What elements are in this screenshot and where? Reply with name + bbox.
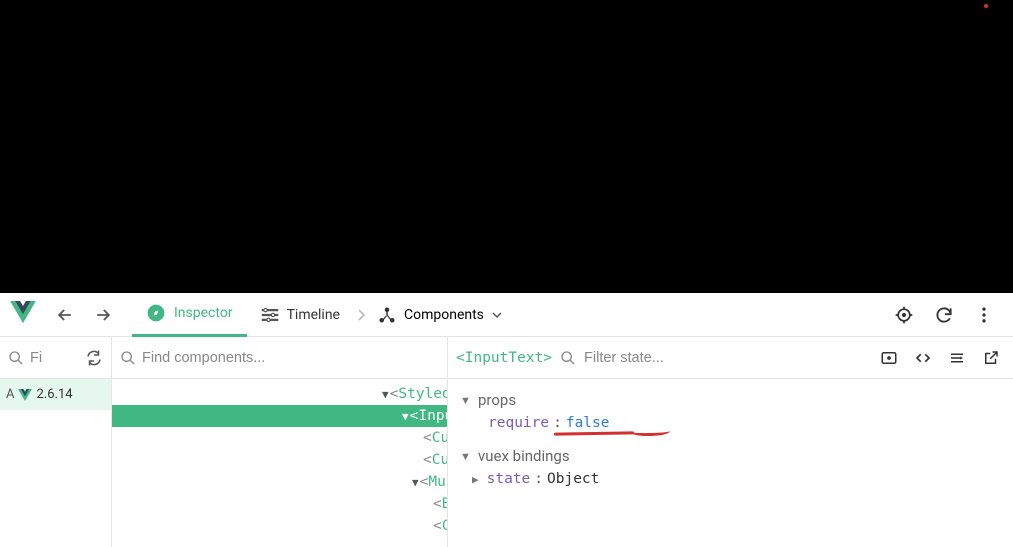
sync-button[interactable]	[85, 349, 103, 367]
apps-filter-input[interactable]	[30, 350, 79, 366]
tab-timeline-label: Timeline	[287, 307, 340, 323]
props-group-header[interactable]: ▼ props	[460, 389, 1001, 411]
recording-indicator	[984, 4, 988, 8]
tree-node-customlabel[interactable]: <CustomLabel>	[112, 449, 447, 471]
component-tree: ▼<StyledForm key▼<InputText><CustomLabe>…	[112, 379, 447, 537]
prop-row-require[interactable]: require: false	[460, 411, 1001, 435]
state-column: <InputText>	[448, 337, 1013, 547]
compass-icon	[146, 303, 166, 323]
chevron-separator-icon	[356, 307, 366, 323]
apps-column: A 2.6.14	[0, 337, 112, 547]
triangle-right-icon: ▶	[472, 473, 479, 486]
tree-node-inputtext[interactable]: ▼<InputText>	[112, 405, 447, 427]
tab-components-label: Components	[404, 307, 484, 323]
triangle-down-icon: ▼	[460, 394, 472, 407]
back-button[interactable]	[48, 298, 82, 332]
props-group-label: props	[478, 391, 516, 409]
scroll-to-component-button[interactable]	[875, 344, 903, 372]
components-search-input[interactable]	[142, 350, 439, 366]
chevron-down-icon	[492, 310, 502, 320]
content-region	[0, 0, 1013, 293]
state-body: ▼ props require: false ▼ vuex bindings	[448, 379, 1013, 511]
state-filter-input[interactable]	[584, 350, 867, 366]
tree-node-styledform[interactable]: ▼<StyledForm key	[112, 383, 447, 405]
apps-header	[0, 337, 111, 379]
prop-key: require	[488, 415, 549, 431]
vue-logo-icon	[10, 301, 38, 329]
tab-components[interactable]: Components	[368, 306, 512, 324]
component-name: CustomLabe	[432, 430, 448, 446]
vuex-value: Object	[547, 471, 599, 487]
tree-node-customlabe[interactable]: <CustomLabe>	[112, 427, 447, 449]
nav-arrows	[48, 298, 120, 332]
vuex-key: state	[487, 471, 531, 487]
locate-button[interactable]	[887, 298, 921, 332]
state-action-icons	[875, 344, 1005, 372]
vue-devtools: Inspector Timeline Components	[0, 293, 1013, 547]
timeline-icon	[261, 308, 279, 322]
vuex-row-state[interactable]: ▶ state: Object	[460, 467, 1001, 491]
component-name: StyledForm	[398, 386, 448, 402]
component-name: InputText	[418, 408, 448, 424]
devtools-toolbar: Inspector Timeline Components	[0, 293, 1013, 337]
selected-component-name: <InputText>	[456, 350, 552, 366]
component-name: Multiselect	[428, 474, 448, 490]
tab-inspector-label: Inspector	[174, 305, 233, 321]
prop-value: false	[566, 415, 610, 431]
vue-version: 2.6.14	[36, 387, 72, 402]
vuex-group-header[interactable]: ▼ vuex bindings	[460, 445, 1001, 467]
state-header: <InputText>	[448, 337, 1013, 379]
annotation-underline	[554, 431, 634, 435]
tree-icon	[378, 306, 396, 324]
app-chip[interactable]: A 2.6.14	[0, 379, 111, 410]
popout-button[interactable]	[977, 344, 1005, 372]
app-letter: A	[6, 387, 14, 402]
toolbar-right	[887, 298, 1001, 332]
tab-inspector[interactable]: Inspector	[132, 293, 247, 337]
props-group: ▼ props require: false	[460, 389, 1001, 435]
components-header	[112, 337, 447, 379]
refresh-button[interactable]	[927, 298, 961, 332]
open-in-editor-button[interactable]	[943, 344, 971, 372]
inspect-dom-button[interactable]	[909, 344, 937, 372]
tree-node-multiselect[interactable]: ▼<Multiselect>	[112, 471, 447, 493]
triangle-down-icon: ▼	[402, 410, 409, 423]
search-icon	[120, 350, 136, 366]
panes: A 2.6.14 ▼<StyledForm key▼<InputText><Cu…	[0, 337, 1013, 547]
search-icon	[8, 350, 24, 366]
tab-timeline[interactable]: Timeline	[247, 293, 354, 337]
tree-node-checkbox[interactable]: <Checkbox k	[112, 515, 447, 537]
components-column: ▼<StyledForm key▼<InputText><CustomLabe>…	[112, 337, 448, 547]
vuex-group: ▼ vuex bindings ▶ state: Object	[460, 445, 1001, 491]
search-icon	[560, 350, 576, 366]
vuex-group-label: vuex bindings	[478, 447, 570, 465]
triangle-down-icon: ▼	[382, 388, 389, 401]
more-button[interactable]	[967, 298, 1001, 332]
triangle-down-icon: ▼	[460, 450, 472, 463]
forward-button[interactable]	[86, 298, 120, 332]
triangle-down-icon: ▼	[412, 476, 419, 489]
vue-badge-icon	[18, 389, 32, 401]
tree-node-boldarrowi[interactable]: <BoldArrowI>	[112, 493, 447, 515]
component-name: CustomLabel	[432, 452, 448, 468]
